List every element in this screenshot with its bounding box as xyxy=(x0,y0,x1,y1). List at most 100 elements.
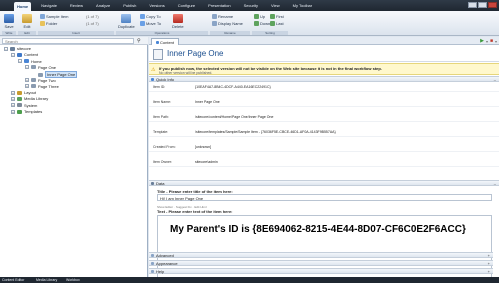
section-icon xyxy=(151,269,154,273)
search-icon[interactable]: ⚲ xyxy=(137,38,141,44)
minimize-button[interactable] xyxy=(468,2,477,8)
rename-icon xyxy=(212,14,217,19)
tab-workbox[interactable]: Workbox xyxy=(66,278,80,282)
ribbon-tab-view[interactable]: View xyxy=(268,2,283,9)
rename-button[interactable]: Rename xyxy=(212,14,233,19)
content-tab-icon xyxy=(156,40,159,44)
tree-node-label: Content xyxy=(24,52,39,58)
collapse-icon[interactable]: – xyxy=(494,77,496,82)
tree-node[interactable]: − Home xyxy=(18,59,42,64)
expand-icon[interactable]: + xyxy=(11,96,15,101)
collapse-icon[interactable]: − xyxy=(11,52,15,57)
tree-node[interactable]: − Content xyxy=(11,52,38,57)
tab-content-editor[interactable]: Content Editor xyxy=(2,278,24,282)
tree-node[interactable]: + Page Two xyxy=(25,78,56,83)
save-button[interactable]: Save xyxy=(4,14,14,29)
ribbon-tab-my-toolbar[interactable]: My Toolbar xyxy=(290,2,316,9)
tab-media-library[interactable]: Media Library xyxy=(36,278,57,282)
section-header-help[interactable]: Help + xyxy=(149,268,493,274)
tree-node[interactable]: + Media Library xyxy=(11,96,48,101)
tree-item-icon xyxy=(17,96,22,101)
tree-item-icon xyxy=(17,52,22,57)
section-header-appearance[interactable]: Appearance + xyxy=(149,260,493,266)
item-document-icon xyxy=(153,49,163,60)
tree-node[interactable]: + Page Three xyxy=(25,84,59,89)
expand-icon[interactable]: + xyxy=(25,78,29,82)
search-input[interactable] xyxy=(2,38,134,44)
maximize-button[interactable] xyxy=(478,2,487,8)
forward-arrow-icon[interactable]: ▶ xyxy=(480,38,484,44)
ribbon-tab-review[interactable]: Review xyxy=(67,2,86,9)
options-icon[interactable]: ■ xyxy=(490,38,493,44)
tree-node[interactable]: + Layout xyxy=(11,90,36,95)
ribbon: Save Write Edit Edit Sample Item (1 of 7… xyxy=(0,11,499,36)
expand-icon[interactable]: + xyxy=(11,90,15,95)
last-button[interactable]: Last xyxy=(270,21,284,26)
expand-icon[interactable]: + xyxy=(25,84,29,89)
ribbon-tab-security[interactable]: Security xyxy=(241,2,261,9)
arrow-up-icon xyxy=(254,14,259,19)
insert-page-count: (1 of 7) xyxy=(86,14,99,19)
quick-info-key: Item ID: xyxy=(153,85,166,89)
tree-node[interactable]: + System xyxy=(11,103,37,108)
copy-to-button[interactable]: Copy To xyxy=(140,14,161,19)
collapse-icon[interactable]: − xyxy=(25,65,29,70)
quick-info-row: Template: /sitecore/templates/Sample/Samp… xyxy=(149,128,499,137)
quick-info-key: Created From: xyxy=(153,145,176,149)
text-field-label: Text - Please enter text of the item her… xyxy=(157,209,233,214)
expand-icon[interactable]: + xyxy=(488,269,490,274)
ribbon-group-write: Save Write xyxy=(2,13,16,35)
display-name-button[interactable]: Display Name xyxy=(212,21,243,26)
duplicate-button[interactable]: Duplicate xyxy=(118,14,135,29)
close-button[interactable] xyxy=(488,2,497,8)
tree-node-label: Templates xyxy=(24,109,43,114)
collapse-icon[interactable]: − xyxy=(4,46,8,51)
ribbon-tab-home[interactable]: Home xyxy=(14,2,32,11)
edit-button[interactable]: Edit xyxy=(22,14,32,29)
first-button[interactable]: First xyxy=(270,14,284,19)
ribbon-group-edit: Edit Edit xyxy=(18,13,36,35)
quick-info-value: {10EAF4A7-8B4C-4DCF-A440-EA16EC22491C} xyxy=(195,85,271,89)
tree-item-icon xyxy=(31,78,36,82)
tree-node[interactable]: − Page One xyxy=(25,65,56,70)
move-to-button[interactable]: Move To xyxy=(140,21,161,26)
quick-info-row: Item Name: Inner Page One xyxy=(149,98,499,107)
quick-info-value: Inner Page One xyxy=(195,100,220,104)
data-section-header[interactable]: Data – xyxy=(149,180,499,186)
collapse-icon[interactable]: − xyxy=(18,59,22,64)
section-header-advanced[interactable]: Advanced + xyxy=(149,252,493,258)
expand-icon[interactable]: + xyxy=(488,253,490,258)
ribbon-tab-publish[interactable]: Publish xyxy=(120,2,139,9)
collapse-icon[interactable]: – xyxy=(494,181,496,186)
tab-content[interactable]: Content xyxy=(151,38,180,45)
section-icon xyxy=(151,261,154,265)
menu-chevron-icon[interactable]: ▾ xyxy=(495,39,497,44)
ribbon-tab-presentation[interactable]: Presentation xyxy=(205,2,233,9)
delete-button[interactable]: Delete xyxy=(172,14,184,29)
ribbon-tab-navigate[interactable]: Navigate xyxy=(38,2,60,9)
chevron-down-icon[interactable]: ▾ xyxy=(486,39,488,44)
ribbon-tab-versions[interactable]: Versions xyxy=(146,2,167,9)
insert-sample-item-button[interactable]: Sample Item xyxy=(40,14,68,19)
down-button[interactable]: Down xyxy=(254,21,270,26)
expand-icon[interactable]: + xyxy=(488,261,490,266)
quick-info-section-header[interactable]: Quick Info – xyxy=(149,76,499,82)
tree-node-label: Layout xyxy=(24,90,37,96)
up-button[interactable]: Up xyxy=(254,14,265,19)
insert-folder-button[interactable]: Folder xyxy=(40,21,57,26)
tree-node[interactable]: − sitecore xyxy=(4,46,31,51)
expand-icon[interactable]: + xyxy=(11,109,15,114)
ribbon-group-rename: Rename Display Name Rename xyxy=(210,13,250,35)
bottom-tab-bar: Content Editor Media Library Workbox xyxy=(0,277,499,283)
quick-info-row: Item ID: {10EAF4A7-8B4C-4DCF-A440-EA16EC2… xyxy=(149,83,499,92)
search-bar: ⚲ xyxy=(0,37,148,45)
folder-icon xyxy=(40,21,45,26)
ribbon-tab-analyze[interactable]: Analyze xyxy=(93,2,113,9)
ribbon-tab-configure[interactable]: Configure xyxy=(175,2,198,9)
tree-item-icon xyxy=(10,46,15,51)
document-icon xyxy=(40,14,45,19)
tree-node[interactable]: + Templates xyxy=(11,109,42,114)
expand-icon[interactable]: + xyxy=(11,103,15,108)
title-field-input[interactable]: Hi! I am Inner Page One xyxy=(157,194,492,201)
arrow-last-icon xyxy=(270,21,275,26)
